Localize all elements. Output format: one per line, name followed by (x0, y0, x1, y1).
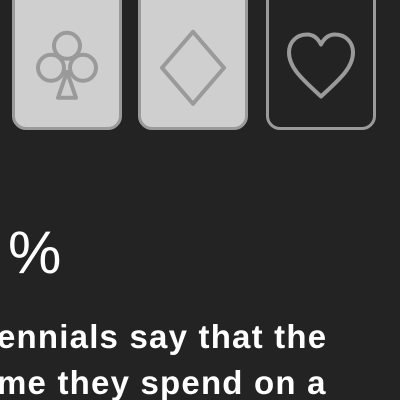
stat-caption: ennials say that the me they spend on a (0, 314, 397, 400)
club-card[interactable] (12, 0, 122, 130)
infographic-panel: % ennials say that the me they spend on … (0, 0, 400, 400)
diamond-card[interactable] (138, 0, 248, 130)
diamond-icon (160, 29, 226, 106)
stat-value: % (8, 219, 63, 286)
club-icon (36, 30, 98, 100)
caption-line-2: me they spend on a (0, 364, 327, 400)
heart-icon (287, 32, 355, 99)
caption-line-1: ennials say that the (0, 318, 328, 355)
heart-card[interactable] (266, 0, 376, 130)
